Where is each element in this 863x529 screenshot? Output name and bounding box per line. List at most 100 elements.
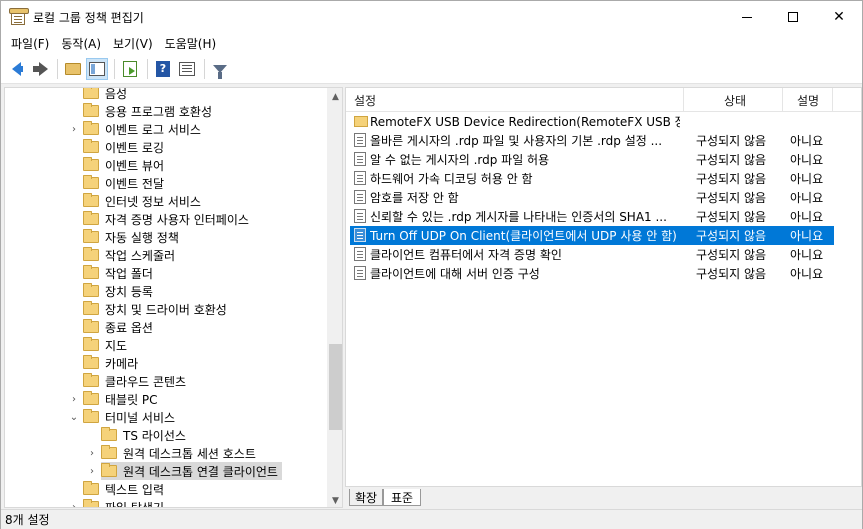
- help-icon: ?: [156, 60, 170, 77]
- list-item[interactable]: Turn Off UDP On Client(클라이언트에서 UDP 사용 안 …: [350, 226, 834, 245]
- view-tabs: 확장 표준: [345, 487, 862, 509]
- tree-item[interactable]: ⌄ 터미널 서비스: [70, 408, 176, 426]
- setting-comment: 아니요: [790, 172, 824, 186]
- tree-item[interactable]: 작업 스케줄러: [83, 246, 175, 264]
- tree-item[interactable]: 이벤트 전달: [83, 174, 164, 192]
- help-button[interactable]: ?: [152, 58, 174, 80]
- list-item[interactable]: 암호를 저장 안 함 구성되지 않음 아니요: [350, 188, 834, 207]
- list-item[interactable]: 알 수 없는 게시자의 .rdp 파일 허용 구성되지 않음 아니요: [350, 150, 834, 169]
- tab-extended[interactable]: 확장: [349, 489, 383, 506]
- folder-icon: [354, 116, 368, 127]
- properties-button[interactable]: [176, 58, 198, 80]
- tree-item-label: 인터넷 정보 서비스: [105, 194, 201, 209]
- scroll-down-icon[interactable]: ▼: [327, 492, 342, 507]
- tree-item[interactable]: › 이벤트 로그 서비스: [72, 120, 201, 138]
- tree-item-label: 이벤트 로깅: [105, 140, 165, 155]
- tree-item-label: 이벤트 로그 서비스: [105, 122, 201, 137]
- chevron-right-icon[interactable]: ›: [69, 124, 79, 135]
- tree-item[interactable]: 응용 프로그램 호환성: [83, 102, 212, 120]
- tree-item[interactable]: 이벤트 로깅: [83, 138, 164, 156]
- policy-setting-icon: [354, 152, 366, 166]
- tree-item[interactable]: 클라우드 콘텐츠: [83, 372, 186, 390]
- chevron-right-icon[interactable]: ›: [87, 448, 97, 459]
- close-icon: ✕: [833, 9, 845, 25]
- tree-item[interactable]: 음성: [83, 88, 127, 102]
- setting-comment: 아니요: [790, 210, 824, 224]
- tree-item[interactable]: › 파일 탐색기: [72, 498, 164, 507]
- tree-item-label: 터미널 서비스: [105, 410, 176, 425]
- menu-help[interactable]: 도움말(H): [159, 35, 223, 52]
- toolbar: ?: [1, 54, 862, 84]
- up-folder-icon: [65, 62, 81, 75]
- settings-list[interactable]: 설정 상태 설명 RemoteFX USB Device Redirection…: [345, 87, 862, 487]
- list-item[interactable]: 하드웨어 가속 디코딩 허용 안 함 구성되지 않음 아니요: [350, 169, 834, 188]
- tree-item[interactable]: 이벤트 뷰어: [83, 156, 164, 174]
- list-item[interactable]: RemoteFX USB Device Redirection(RemoteFX…: [350, 112, 834, 131]
- column-comment[interactable]: 설명: [797, 88, 819, 112]
- tree-item[interactable]: 카메라: [83, 354, 138, 372]
- column-divider[interactable]: [832, 88, 833, 112]
- setting-comment: 아니요: [790, 267, 824, 281]
- show-hide-tree-button[interactable]: [86, 57, 108, 80]
- tree-scrollbar[interactable]: ▲ ▼: [327, 88, 342, 507]
- setting-state: 구성되지 않음: [696, 172, 767, 186]
- close-button[interactable]: ✕: [816, 1, 862, 33]
- tab-standard[interactable]: 표준: [383, 489, 421, 506]
- folder-icon: [83, 481, 99, 495]
- toolbar-separator: [57, 58, 58, 79]
- list-item[interactable]: 클라이언트에 대해 서버 인증 구성 구성되지 않음 아니요: [350, 264, 834, 283]
- tree-item[interactable]: 장치 등록: [83, 282, 153, 300]
- tree-item[interactable]: 텍스트 입력: [83, 480, 164, 498]
- list-item[interactable]: 신뢰할 수 있는 .rdp 게시자를 나타내는 인증서의 SHA1 ... 구성되…: [350, 207, 834, 226]
- tree-item[interactable]: 지도: [83, 336, 127, 354]
- tree-item[interactable]: 인터넷 정보 서비스: [83, 192, 201, 210]
- folder-icon: [83, 121, 99, 135]
- column-setting[interactable]: 설정: [354, 88, 376, 112]
- tree-item-label: 클라우드 콘텐츠: [105, 374, 187, 389]
- chevron-right-icon[interactable]: ›: [87, 466, 97, 477]
- scroll-up-icon[interactable]: ▲: [327, 88, 342, 105]
- setting-name: 알 수 없는 게시자의 .rdp 파일 허용: [370, 153, 550, 167]
- list-item[interactable]: 클라이언트 컴퓨터에서 자격 증명 확인 구성되지 않음 아니요: [350, 245, 834, 264]
- tree-item[interactable]: 작업 폴더: [83, 264, 153, 282]
- setting-comment: 아니요: [790, 248, 824, 262]
- console-tree[interactable]: 음성 응용 프로그램 호환성 › 이벤트 로그 서비스 이벤트 로깅 이벤트 뷰어 이벤트 …: [4, 87, 343, 508]
- scroll-thumb[interactable]: [329, 344, 342, 430]
- tree-item[interactable]: › 원격 데스크톱 세션 호스트: [90, 444, 256, 462]
- tree-item-label: 종료 옵션: [105, 320, 153, 335]
- tree-item[interactable]: 장치 및 드라이버 호환성: [83, 300, 227, 318]
- tree-item-label: 작업 스케줄러: [105, 248, 176, 263]
- minimize-button[interactable]: [724, 1, 770, 33]
- list-item[interactable]: 올바른 게시자의 .rdp 파일 및 사용자의 기본 .rdp 설정 ... 구성…: [350, 131, 834, 150]
- tree-item-label: 이벤트 전달: [105, 176, 165, 191]
- filter-button[interactable]: [209, 58, 231, 80]
- toolbar-separator: [204, 58, 205, 79]
- menu-file[interactable]: 파일(F): [5, 35, 55, 52]
- column-divider[interactable]: [683, 88, 684, 112]
- toolbar-separator: [114, 58, 115, 79]
- maximize-icon: [788, 12, 798, 22]
- tree-item-label: 장치 등록: [105, 284, 153, 299]
- tree-item[interactable]: TS 라이선스: [101, 426, 186, 444]
- export-list-button[interactable]: [119, 58, 141, 80]
- tree-item[interactable]: › 원격 데스크톱 연결 클라이언트: [90, 462, 282, 480]
- column-state[interactable]: 상태: [724, 88, 746, 112]
- policy-setting-icon: [354, 247, 366, 261]
- tree-item[interactable]: › 태블릿 PC: [72, 390, 158, 408]
- tree-item[interactable]: 자격 증명 사용자 인터페이스: [83, 210, 249, 228]
- menu-action[interactable]: 동작(A): [55, 35, 107, 52]
- setting-name: Turn Off UDP On Client(클라이언트에서 UDP 사용 안 …: [370, 229, 677, 243]
- tree-item-label: 원격 데스크톱 세션 호스트: [123, 446, 256, 461]
- chevron-right-icon[interactable]: ›: [69, 502, 79, 508]
- chevron-down-icon[interactable]: ⌄: [69, 412, 79, 423]
- tree-item[interactable]: 종료 옵션: [83, 318, 153, 336]
- maximize-button[interactable]: [770, 1, 816, 33]
- column-divider[interactable]: [782, 88, 783, 112]
- back-button[interactable]: [5, 58, 27, 80]
- chevron-right-icon[interactable]: ›: [69, 394, 79, 405]
- forward-button[interactable]: [29, 58, 51, 80]
- up-one-level-button[interactable]: [62, 58, 84, 80]
- menu-view[interactable]: 보기(V): [107, 35, 159, 52]
- setting-state: 구성되지 않음: [696, 267, 767, 281]
- tree-item[interactable]: 자동 실행 정책: [83, 228, 179, 246]
